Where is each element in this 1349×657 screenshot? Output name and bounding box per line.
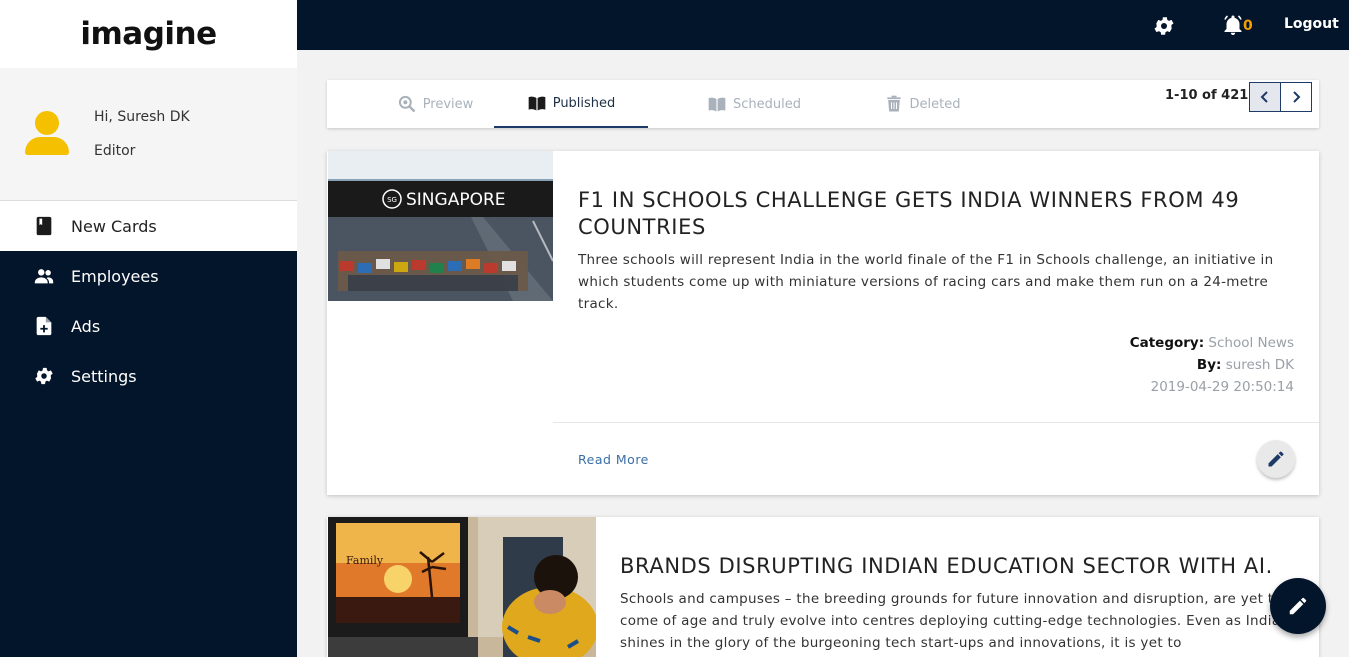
- trash-icon: [886, 95, 901, 112]
- user-greeting: Hi, Suresh DK: [94, 109, 190, 125]
- tab-scheduled[interactable]: Scheduled: [679, 80, 829, 128]
- logo[interactable]: imagine: [80, 16, 217, 52]
- logout-button[interactable]: Logout: [1284, 16, 1339, 32]
- next-page-button[interactable]: [1280, 82, 1312, 112]
- news-card: Family BRANDS DISRUPTING INDIAN EDUCATIO…: [327, 517, 1319, 657]
- card-meta: Category: School News By: suresh DK 2019…: [1130, 332, 1294, 398]
- card-body: F1 IN SCHOOLS CHALLENGE GETS INDIA WINNE…: [553, 151, 1319, 495]
- sidebar: imagine Hi, Suresh DK Editor New Cards E…: [0, 0, 297, 657]
- card-divider: [553, 422, 1319, 423]
- tab-label: Deleted: [909, 96, 961, 112]
- category-label: Category:: [1129, 335, 1205, 351]
- edit-card-button[interactable]: [1257, 440, 1295, 478]
- sidebar-item-employees[interactable]: Employees: [0, 251, 297, 301]
- card-thumbnail[interactable]: Family: [328, 517, 596, 657]
- image-caption-text: Family: [346, 554, 384, 567]
- notification-bell-icon[interactable]: [1221, 13, 1245, 37]
- settings-gear-icon[interactable]: [1152, 14, 1176, 38]
- tab-label: Preview: [422, 96, 474, 112]
- gear-icon: [32, 364, 56, 388]
- top-bar: 0 Logout: [297, 0, 1349, 50]
- logo-area: imagine: [0, 0, 297, 68]
- card-description: Three schools will represent India in th…: [578, 252, 1274, 312]
- notification-count-badge: 0: [1243, 18, 1253, 34]
- sidebar-item-settings[interactable]: Settings: [0, 351, 297, 401]
- sidebar-item-ads[interactable]: Ads: [0, 301, 297, 351]
- author-label: By:: [1196, 357, 1222, 373]
- pencil-icon: [1289, 597, 1307, 615]
- sidebar-item-new-cards[interactable]: New Cards: [0, 201, 297, 251]
- category-value: School News: [1208, 335, 1294, 351]
- user-profile: Hi, Suresh DK Editor: [0, 68, 297, 201]
- previous-page-button[interactable]: [1249, 82, 1281, 112]
- image-banner-text: SINGAPORE: [406, 190, 506, 210]
- card-title[interactable]: BRANDS DISRUPTING INDIAN EDUCATION SECTO…: [620, 553, 1300, 580]
- chevron-right-icon: [1293, 91, 1301, 103]
- compose-fab-button[interactable]: [1270, 578, 1326, 634]
- status-tab-bar: Preview Published Scheduled Deleted 1-10…: [327, 80, 1319, 128]
- open-book-icon: [528, 96, 546, 111]
- zoom-icon: [398, 95, 416, 113]
- avatar: [24, 111, 70, 157]
- pagination-range: 1-10 of 421: [1165, 88, 1249, 103]
- book-icon: [708, 97, 726, 112]
- author-value: suresh DK: [1225, 357, 1294, 373]
- sidebar-item-label: Employees: [71, 266, 159, 286]
- tab-preview[interactable]: Preview: [365, 80, 505, 128]
- card-thumbnail[interactable]: SG SINGAPORE: [328, 151, 553, 301]
- card-title[interactable]: F1 IN SCHOOLS CHALLENGE GETS INDIA WINNE…: [578, 187, 1298, 241]
- pencil-icon: [1268, 451, 1284, 467]
- sidebar-item-label: Ads: [71, 316, 101, 336]
- read-more-link[interactable]: Read More: [578, 452, 649, 467]
- book-icon: [32, 214, 56, 238]
- card-timestamp: 2019-04-29 20:50:14: [1150, 379, 1294, 395]
- tab-published[interactable]: Published: [494, 80, 648, 128]
- add-document-icon: [32, 314, 56, 338]
- sidebar-item-label: Settings: [71, 366, 137, 386]
- tab-label: Published: [552, 95, 616, 111]
- people-icon: [32, 264, 56, 288]
- card-body: BRANDS DISRUPTING INDIAN EDUCATION SECTO…: [596, 517, 1319, 657]
- tab-deleted[interactable]: Deleted: [852, 80, 992, 128]
- image-logo-text: SG: [387, 196, 397, 204]
- card-description: Schools and campuses – the breeding grou…: [620, 591, 1282, 651]
- news-card: SG SINGAPORE F1 IN SCHOOLS CHALLENGE GET…: [327, 151, 1319, 495]
- sidebar-item-label: New Cards: [71, 216, 157, 236]
- chevron-left-icon: [1260, 91, 1268, 103]
- user-role: Editor: [94, 143, 136, 159]
- tab-label: Scheduled: [733, 96, 801, 112]
